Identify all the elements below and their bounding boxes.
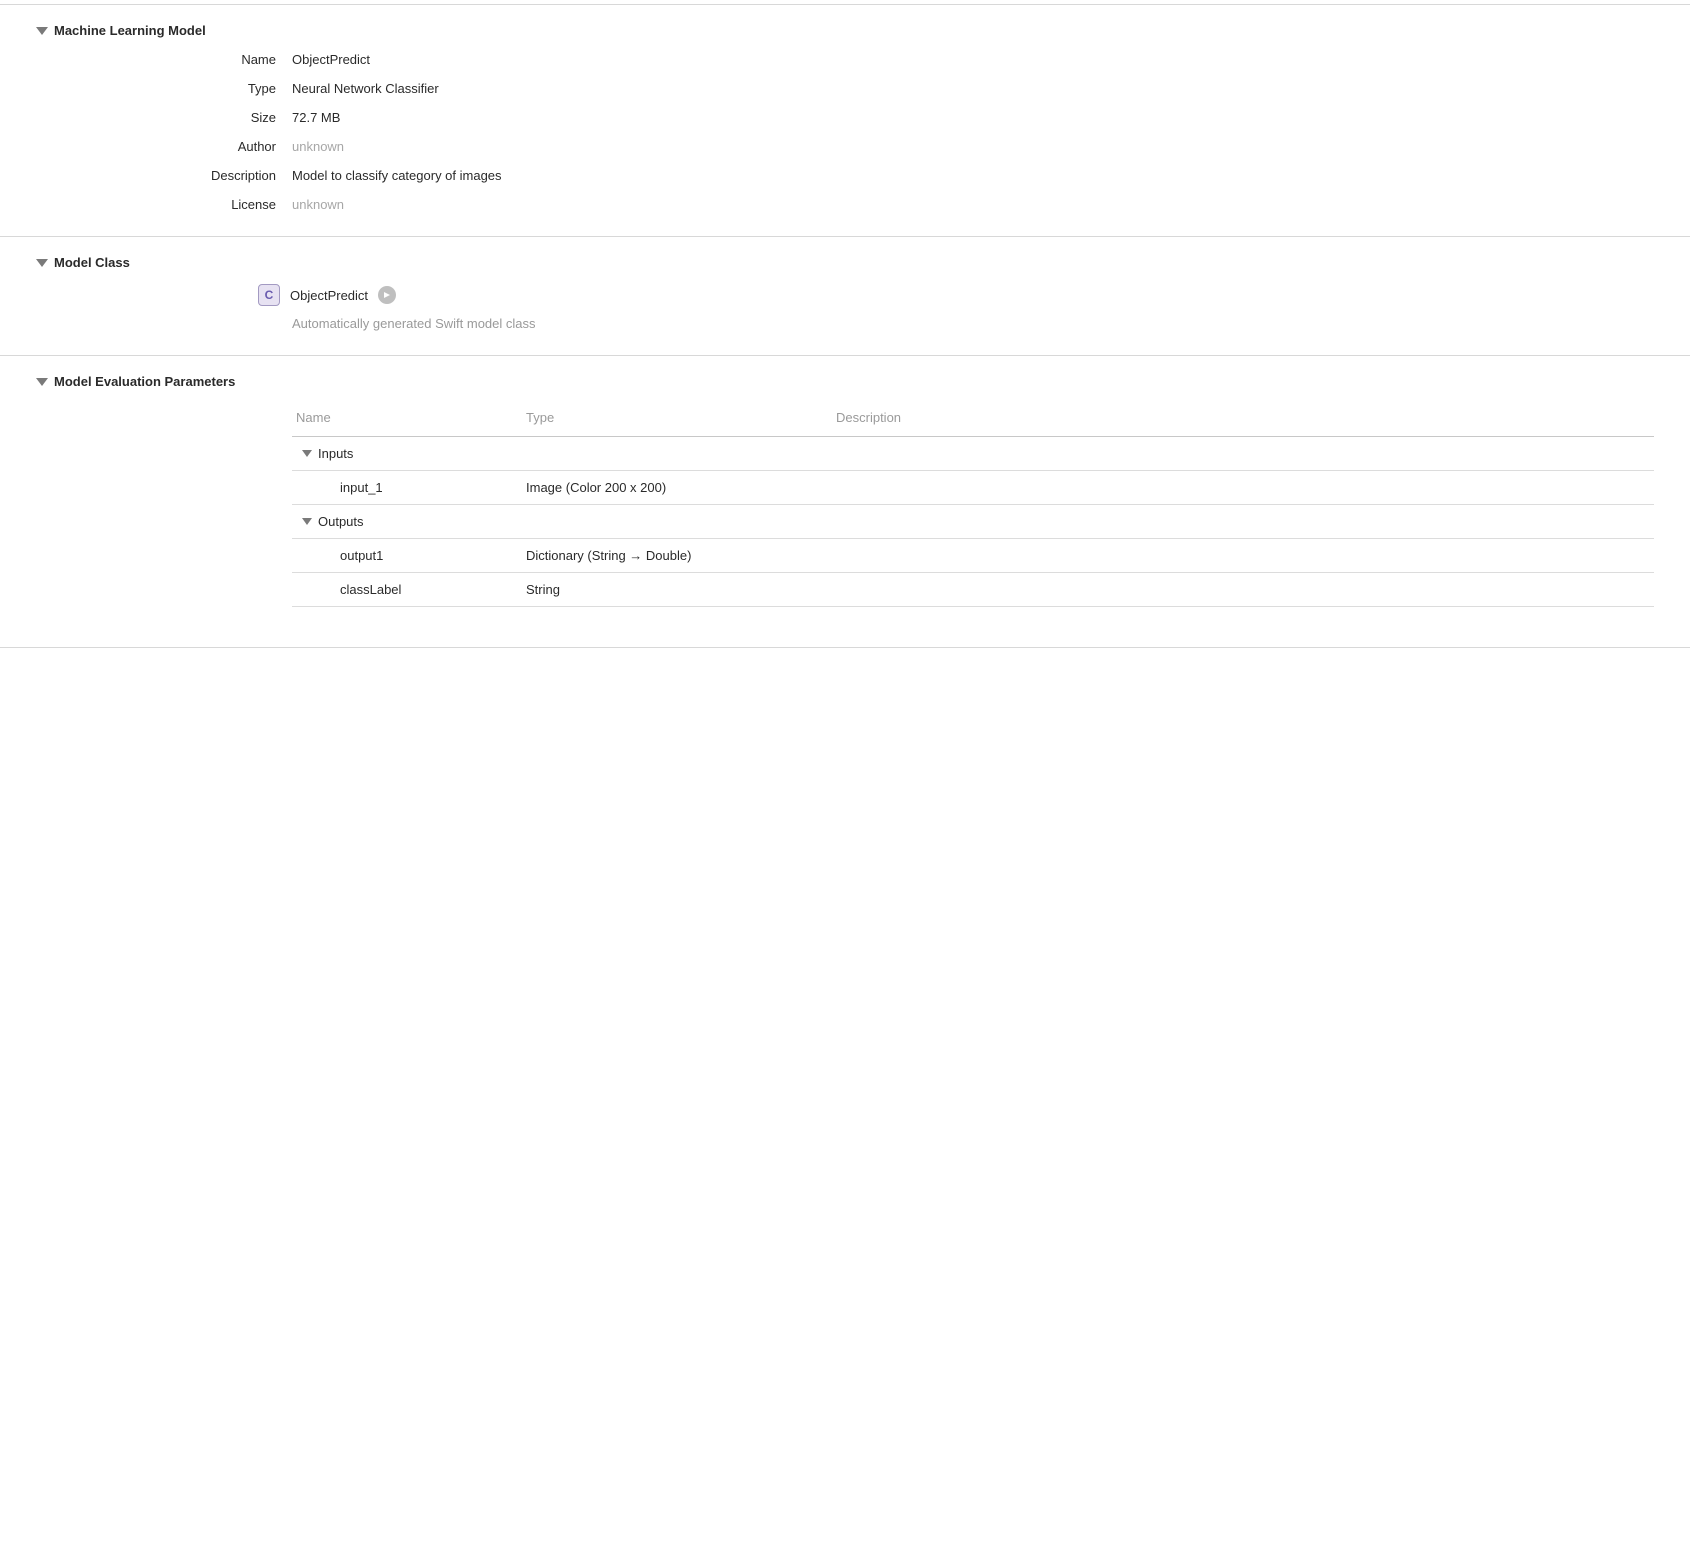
model-class-subtitle: Automatically generated Swift model clas…	[292, 316, 1654, 331]
field-label-name: Name	[36, 52, 276, 67]
model-class-row: C ObjectPredict	[258, 284, 1654, 306]
param-name: output1	[296, 548, 526, 563]
field-label-description: Description	[36, 168, 276, 183]
field-value-author: unknown	[292, 139, 1654, 154]
model-class-name[interactable]: ObjectPredict	[290, 288, 368, 303]
section-model-class: Model Class C ObjectPredict Automaticall…	[0, 237, 1690, 355]
section-header-model-class: Model Class	[36, 255, 1654, 270]
param-name: input_1	[296, 480, 526, 495]
field-value-type: Neural Network Classifier	[292, 81, 1654, 96]
field-label-license: License	[36, 197, 276, 212]
group-label: Outputs	[318, 514, 364, 529]
section-title: Model Class	[54, 255, 130, 270]
section-model-eval-params: Model Evaluation Parameters Name Type De…	[0, 356, 1690, 631]
disclosure-triangle-icon[interactable]	[36, 378, 48, 386]
disclosure-triangle-icon[interactable]	[36, 259, 48, 267]
field-label-author: Author	[36, 139, 276, 154]
column-header-name: Name	[296, 410, 526, 425]
table-header-row: Name Type Description	[292, 403, 1654, 437]
section-title: Machine Learning Model	[54, 23, 206, 38]
reveal-in-finder-icon[interactable]	[378, 286, 396, 304]
disclosure-triangle-icon[interactable]	[36, 27, 48, 35]
class-icon-letter: C	[265, 288, 274, 302]
group-row-outputs[interactable]: Outputs	[292, 505, 1654, 539]
swift-class-icon: C	[258, 284, 280, 306]
table-row: output1 Dictionary (String → Double)	[292, 539, 1654, 573]
field-value-name: ObjectPredict	[292, 52, 1654, 67]
section-header-ml-model: Machine Learning Model	[36, 23, 1654, 38]
table-row: input_1 Image (Color 200 x 200)	[292, 471, 1654, 505]
parameters-table: Name Type Description Inputs input_1 Ima…	[292, 403, 1654, 607]
param-type: Image (Color 200 x 200)	[526, 480, 836, 495]
disclosure-triangle-icon[interactable]	[302, 450, 312, 457]
field-value-size: 72.7 MB	[292, 110, 1654, 125]
group-row-inputs[interactable]: Inputs	[292, 437, 1654, 471]
field-label-size: Size	[36, 110, 276, 125]
field-value-license: unknown	[292, 197, 1654, 212]
section-title: Model Evaluation Parameters	[54, 374, 235, 389]
section-header-eval-params: Model Evaluation Parameters	[36, 374, 1654, 389]
param-type: Dictionary (String → Double)	[526, 548, 836, 563]
column-header-description: Description	[836, 410, 1650, 425]
group-label: Inputs	[318, 446, 353, 461]
field-value-description: Model to classify category of images	[292, 168, 1654, 183]
model-info-grid: Name ObjectPredict Type Neural Network C…	[36, 52, 1654, 212]
column-header-type: Type	[526, 410, 836, 425]
field-label-type: Type	[36, 81, 276, 96]
section-machine-learning-model: Machine Learning Model Name ObjectPredic…	[0, 5, 1690, 236]
table-row: classLabel String	[292, 573, 1654, 607]
disclosure-triangle-icon[interactable]	[302, 518, 312, 525]
param-type: String	[526, 582, 836, 597]
param-name: classLabel	[296, 582, 526, 597]
